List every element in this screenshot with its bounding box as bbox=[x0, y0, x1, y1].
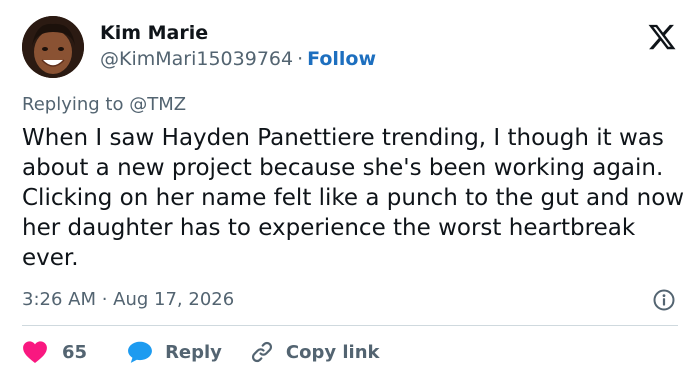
avatar-image bbox=[22, 16, 84, 78]
separator-dot: · bbox=[297, 48, 304, 70]
tweet-timestamp[interactable]: 3:26 AM · Aug 17, 2026 bbox=[22, 289, 234, 310]
copy-link-label: Copy link bbox=[285, 341, 380, 363]
follow-button[interactable]: Follow bbox=[307, 48, 376, 70]
replying-to: Replying to @TMZ bbox=[22, 94, 187, 115]
like-button[interactable]: 65 bbox=[22, 340, 87, 364]
reply-label: Reply bbox=[165, 341, 222, 363]
x-logo-icon[interactable] bbox=[647, 22, 677, 52]
link-icon bbox=[251, 341, 272, 363]
tweet-card: Kim Marie @KimMari15039764 · Follow Replyi… bbox=[0, 0, 700, 379]
avatar[interactable] bbox=[22, 16, 84, 78]
heart-icon bbox=[23, 341, 47, 364]
info-icon[interactable] bbox=[652, 288, 676, 312]
speech-bubble-icon bbox=[128, 341, 152, 363]
action-bar: 65 Reply Copy link bbox=[22, 338, 380, 366]
copy-link-button[interactable]: Copy link bbox=[250, 340, 380, 364]
author-name[interactable]: Kim Marie bbox=[100, 22, 208, 44]
author-handle-row: @KimMari15039764 · Follow bbox=[100, 48, 376, 70]
divider bbox=[22, 325, 678, 326]
like-count: 65 bbox=[62, 341, 88, 363]
author-handle[interactable]: @KimMari15039764 bbox=[100, 48, 293, 70]
reply-button[interactable]: Reply bbox=[127, 340, 222, 364]
tweet-text: When I saw Hayden Panettiere trending, I… bbox=[22, 125, 685, 271]
